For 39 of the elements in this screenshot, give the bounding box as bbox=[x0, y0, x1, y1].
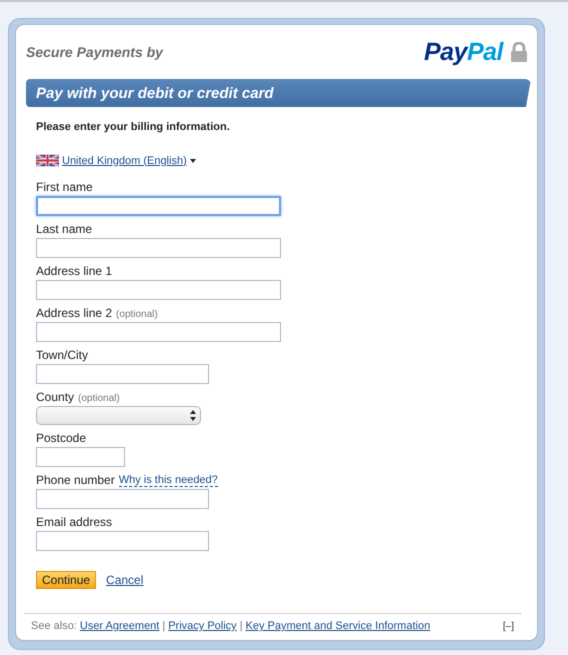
field-label: First name bbox=[36, 180, 93, 194]
continue-button[interactable]: Continue bbox=[36, 571, 96, 589]
text-field[interactable] bbox=[36, 489, 209, 509]
link-separator: | bbox=[162, 620, 166, 632]
secure-payments-label: Secure Payments by bbox=[26, 44, 163, 60]
text-field[interactable] bbox=[36, 447, 125, 467]
banner-title: Pay with your debit or credit card bbox=[36, 84, 274, 102]
lock-icon bbox=[511, 42, 527, 62]
stepper-arrows-icon bbox=[190, 410, 196, 421]
field-label: County bbox=[36, 390, 74, 404]
field-label: Address line 2 bbox=[36, 306, 112, 320]
caret-icon bbox=[190, 158, 196, 162]
text-field[interactable] bbox=[36, 364, 209, 384]
flag-icon bbox=[36, 153, 59, 168]
field-label: Phone number bbox=[36, 473, 115, 487]
link-separator: | bbox=[240, 620, 243, 632]
text-field[interactable] bbox=[36, 322, 281, 342]
cancel-link[interactable]: Cancel bbox=[106, 573, 144, 587]
language-link[interactable]: United Kingdom (English) bbox=[62, 154, 187, 166]
field-label: Town/City bbox=[36, 348, 88, 362]
footer-link[interactable]: Key Payment and Service Information bbox=[246, 620, 430, 632]
collapse-button[interactable]: [–] bbox=[502, 620, 514, 632]
text-field[interactable] bbox=[36, 280, 281, 300]
optional-note: (optional) bbox=[78, 393, 120, 404]
field-label: Last name bbox=[36, 222, 92, 236]
field-label: Address line 1 bbox=[36, 264, 112, 278]
field-label: Postcode bbox=[36, 431, 86, 445]
see-also-label: See also: bbox=[31, 620, 77, 632]
footer-link[interactable]: User Agreement bbox=[80, 620, 160, 632]
paypal-logo: PayPal bbox=[424, 38, 503, 66]
dropdown-field[interactable] bbox=[36, 406, 201, 425]
text-field[interactable] bbox=[36, 531, 209, 551]
footer-link[interactable]: Privacy Policy bbox=[168, 620, 237, 632]
optional-note: (optional) bbox=[116, 309, 158, 320]
intro-text: Please enter your billing information. bbox=[36, 121, 231, 133]
text-field[interactable] bbox=[36, 238, 281, 258]
field-label: Email address bbox=[36, 515, 112, 529]
text-field[interactable] bbox=[36, 196, 281, 216]
help-link[interactable]: Why is this needed? bbox=[118, 474, 218, 487]
